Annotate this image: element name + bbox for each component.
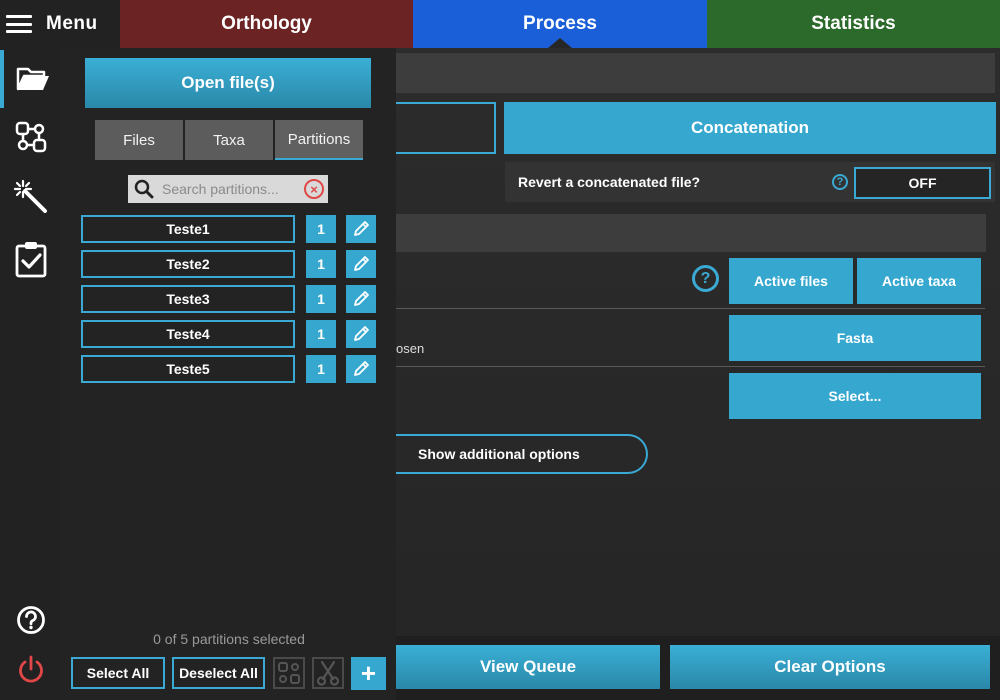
tab-orthology[interactable]: Orthology	[120, 0, 413, 48]
list-item: Teste2 1	[81, 250, 377, 278]
edit-partition-button[interactable]	[346, 285, 376, 313]
rail-item-tasks[interactable]	[0, 230, 62, 288]
top-bar: Menu Orthology Process Statistics	[0, 0, 1000, 48]
active-taxa-button[interactable]: Active taxa	[857, 258, 981, 304]
icon-rail	[0, 48, 62, 700]
pencil-icon	[354, 361, 369, 376]
partial-label: osen	[396, 341, 425, 356]
partition-name[interactable]: Teste1	[81, 215, 295, 243]
add-partition-button[interactable]: +	[351, 657, 386, 690]
file-panel: Open file(s) Files Taxa Partitions × Tes…	[62, 48, 396, 700]
select-all-button[interactable]: Select All	[71, 657, 165, 689]
partition-count[interactable]: 1	[306, 355, 336, 383]
deselect-all-button[interactable]: Deselect All	[172, 657, 265, 689]
clear-options-button[interactable]: Clear Options	[670, 645, 990, 689]
concatenation-button[interactable]: Concatenation	[504, 102, 996, 154]
output-format-button[interactable]: Fasta	[729, 315, 981, 361]
pencil-icon	[354, 291, 369, 306]
menu-label: Menu	[46, 13, 98, 34]
partition-count[interactable]: 1	[306, 320, 336, 348]
open-files-button[interactable]: Open file(s)	[85, 58, 371, 108]
select-output-button[interactable]: Select...	[729, 373, 981, 419]
tab-partitions[interactable]: Partitions	[275, 120, 363, 160]
partition-count[interactable]: 1	[306, 285, 336, 313]
hamburger-icon	[6, 15, 32, 33]
edit-partition-button[interactable]	[346, 355, 376, 383]
rail-item-workflow[interactable]	[0, 108, 62, 166]
partition-name[interactable]: Teste2	[81, 250, 295, 278]
search-icon	[134, 179, 154, 199]
pencil-icon	[354, 326, 369, 341]
list-item: Teste3 1	[81, 285, 377, 313]
list-item: Teste1 1	[81, 215, 377, 243]
rail-item-tools[interactable]	[0, 168, 62, 226]
list-item: Teste4 1	[81, 320, 377, 348]
merge-icon	[278, 662, 300, 684]
revert-toggle[interactable]: OFF	[854, 167, 991, 199]
edit-partition-button[interactable]	[346, 250, 376, 278]
list-item: Teste5 1	[81, 355, 377, 383]
tab-taxa[interactable]: Taxa	[185, 120, 273, 160]
rail-item-power[interactable]	[0, 641, 62, 699]
revert-row: Revert a concatenated file? ? OFF	[505, 162, 995, 202]
partition-name[interactable]: Teste4	[81, 320, 295, 348]
rail-item-files[interactable]	[0, 50, 62, 108]
help-icon[interactable]: ?	[692, 265, 719, 292]
help-icon	[17, 606, 45, 634]
help-icon[interactable]: ?	[832, 174, 848, 190]
pencil-icon	[354, 221, 369, 236]
power-icon	[19, 655, 43, 683]
partition-name[interactable]: Teste3	[81, 285, 295, 313]
divider	[396, 308, 985, 309]
folder-open-icon	[16, 67, 49, 91]
view-queue-button[interactable]: View Queue	[396, 645, 660, 689]
partition-count[interactable]: 1	[306, 250, 336, 278]
menu-button[interactable]: Menu	[0, 0, 120, 48]
pencil-icon	[354, 256, 369, 271]
selection-status: 0 of 5 partitions selected	[153, 631, 305, 647]
clear-search-icon[interactable]: ×	[304, 179, 324, 199]
edit-partition-button[interactable]	[346, 320, 376, 348]
operation-option-button[interactable]	[396, 102, 496, 154]
search-input[interactable]	[162, 181, 302, 197]
show-additional-options-button[interactable]: Show additional options	[390, 434, 648, 474]
tab-files[interactable]: Files	[95, 120, 183, 160]
split-partition-button[interactable]	[312, 657, 344, 689]
revert-label: Revert a concatenated file?	[518, 174, 701, 190]
scissors-icon	[316, 660, 340, 686]
active-files-button[interactable]: Active files	[729, 258, 853, 304]
tab-statistics[interactable]: Statistics	[707, 0, 1000, 48]
merge-partitions-button[interactable]	[273, 657, 305, 689]
workflow-icon	[15, 121, 47, 153]
divider	[396, 366, 985, 367]
partition-count[interactable]: 1	[306, 215, 336, 243]
partition-name[interactable]: Teste5	[81, 355, 295, 383]
magic-wand-icon	[13, 179, 47, 213]
edit-partition-button[interactable]	[346, 215, 376, 243]
section-header-bar	[396, 214, 986, 252]
clipboard-check-icon	[15, 242, 47, 278]
section-header-bar	[396, 53, 995, 93]
tab-process[interactable]: Process	[413, 0, 707, 48]
search-box: ×	[128, 175, 328, 203]
